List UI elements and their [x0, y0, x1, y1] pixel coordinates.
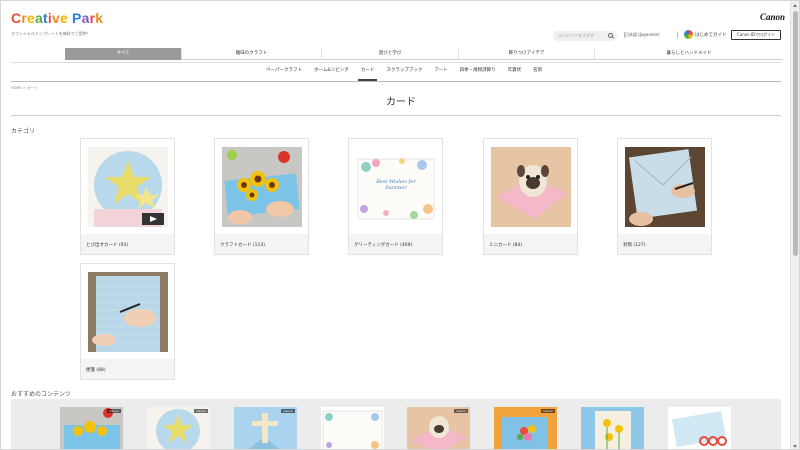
category-label: 封筒 (127) [623, 243, 646, 248]
login-button[interactable]: Canon IDでログイン [731, 30, 781, 40]
logo-letter: a [34, 10, 43, 26]
language-selector[interactable]: 日本語 (Japanese) [625, 32, 660, 38]
recommended-thumb[interactable]: Canon [494, 407, 557, 449]
content-badge: Canon [454, 409, 468, 413]
beginner-guide-link[interactable]: はじめてガイド [684, 30, 727, 39]
category-card[interactable]: クラフトカード (114) [214, 138, 309, 255]
logo-letter: C [11, 10, 22, 26]
logo-letter: a [81, 10, 90, 26]
tagline: オフィシャルテンプレートを無料でご提供！ [11, 31, 91, 36]
popup-card-image [88, 147, 168, 227]
subnav-home-living[interactable]: ホーム&リビング [308, 62, 355, 82]
sub-nav: ペーパークラフト ホーム&リビング カード スクラップブック アート 四季・風物… [260, 62, 548, 82]
category-card[interactable]: 封筒 (127) [617, 138, 712, 255]
recommended-heading: おすすめのコンテンツ [11, 391, 72, 398]
guide-label: はじめてガイド [695, 32, 727, 38]
scrollbar-thumb[interactable] [793, 11, 798, 256]
content-badge: Canon [107, 409, 121, 413]
logo-letter: v [51, 10, 60, 26]
category-heading: カテゴリ [11, 128, 36, 135]
tab-life-handmade[interactable]: 暮らしとハンドメイド [595, 48, 783, 60]
greeting-card-image: Best Wishes for Summer [356, 147, 436, 227]
search-placeholder: コンテンツをさがす [558, 33, 594, 38]
subnav-card[interactable]: カード [355, 62, 381, 82]
subnav-nengajo[interactable]: 年賀状 [502, 62, 528, 82]
search-icon[interactable] [608, 33, 613, 38]
content-badge: Canon [281, 409, 295, 413]
recommended-thumb[interactable]: Canon [407, 407, 470, 449]
logo-letter: k [95, 10, 104, 26]
divider [11, 115, 781, 116]
guide-icon [684, 30, 693, 39]
scroll-down-icon[interactable] [793, 445, 797, 448]
canon-logo[interactable]: Canon [760, 12, 785, 22]
content-badge: Canon [194, 409, 208, 413]
recommended-thumb[interactable] [581, 407, 644, 449]
subnav-seasonal[interactable]: 四季・風物詩飾り [454, 62, 502, 82]
category-label: ミニカード (84) [489, 243, 523, 248]
page-title: カード [386, 97, 416, 108]
category-label: とび出すカード (93) [86, 243, 129, 248]
mini-card-image [491, 147, 571, 227]
logo-letter: e [26, 10, 35, 26]
page-scrollbar[interactable] [790, 1, 799, 449]
letter-paper-image [88, 272, 168, 352]
subnav-papercraft[interactable]: ペーパークラフト [260, 62, 308, 82]
logo-letter: P [72, 10, 82, 26]
envelope-image [625, 147, 705, 227]
tab-play-learn[interactable]: 遊びと学び [322, 48, 459, 60]
browser-page: Creative Park オフィシャルテンプレートを無料でご提供！ Canon… [0, 0, 800, 450]
breadcrumb[interactable]: HOME > カード [11, 86, 37, 91]
category-card[interactable]: Best Wishes for Summer グリーティングカード (469) [348, 138, 443, 255]
category-label: 便箋 (88) [86, 368, 106, 373]
subnav-art[interactable]: アート [428, 62, 453, 82]
recommended-thumb[interactable] [668, 407, 731, 449]
subnav-scrapbook[interactable]: スクラップブック [380, 62, 428, 82]
recommended-thumb[interactable]: Canon [234, 407, 297, 449]
content-badge: Canon [541, 409, 555, 413]
category-card[interactable]: 便箋 (88) [80, 263, 175, 380]
tab-all[interactable]: すべて [65, 48, 182, 60]
tab-hobby-craft[interactable]: 趣味のクラフト [182, 48, 322, 60]
craft-card-image [222, 147, 302, 227]
recommended-strip [11, 399, 781, 449]
tab-decoration-ideas[interactable]: 飾りつけアイデア [459, 48, 595, 60]
category-label: グリーティングカード (469) [354, 243, 413, 248]
subnav-business-card[interactable]: 名刺 [527, 62, 548, 82]
scroll-up-icon[interactable] [793, 4, 797, 7]
recommended-thumb[interactable] [321, 407, 384, 449]
category-card[interactable]: ミニカード (84) [483, 138, 578, 255]
divider [677, 32, 678, 38]
category-label: クラフトカード (114) [220, 243, 266, 248]
greeting-card-text: Best Wishes for Summer [376, 179, 416, 191]
recommended-thumb[interactable]: Canon [147, 407, 210, 449]
recommended-thumb[interactable]: Canon [60, 407, 123, 449]
logo-letter: e [59, 10, 68, 26]
creative-park-logo[interactable]: Creative Park [11, 10, 103, 26]
main-nav: すべて 趣味のクラフト 遊びと学び 飾りつけアイデア 暮らしとハンドメイド [65, 48, 783, 60]
category-card[interactable]: とび出すカード (93) [80, 138, 175, 255]
search-input[interactable]: コンテンツをさがす [553, 31, 617, 41]
